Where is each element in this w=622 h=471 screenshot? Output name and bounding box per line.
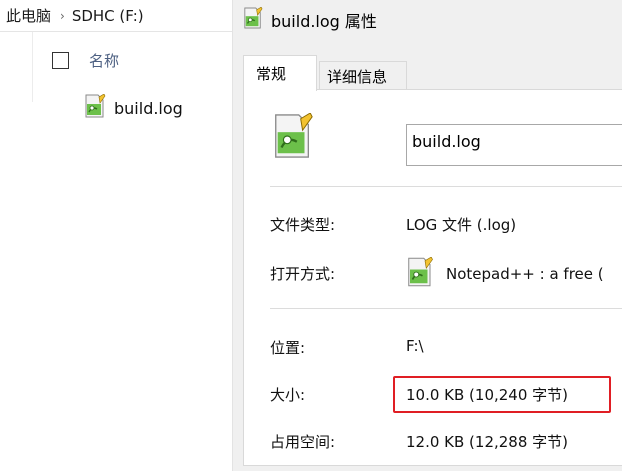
size-on-disk-label: 占用空间: <box>270 433 336 451</box>
file-name-field[interactable] <box>406 124 622 166</box>
chevron-right-icon[interactable]: › <box>60 9 65 23</box>
tab-details[interactable]: 详细信息 <box>319 61 407 91</box>
location-label: 位置: <box>270 339 306 357</box>
breadcrumb-drive[interactable]: SDHC (F:) <box>72 7 144 25</box>
opens-with-value: Notepad++ : a free ( <box>406 256 604 291</box>
tab-general[interactable]: 常规 <box>243 55 317 91</box>
select-all-checkbox[interactable] <box>52 52 69 69</box>
file-list: 名称 build.log <box>0 32 232 471</box>
file-type-label: 文件类型: <box>270 216 336 234</box>
dialog-title: build.log 属性 <box>271 12 377 31</box>
location-value: F:\ <box>406 337 424 355</box>
divider <box>32 32 33 102</box>
notepadpp-file-icon <box>84 93 106 122</box>
column-header-label[interactable]: 名称 <box>89 50 119 71</box>
dialog-title-bar: build.log 属性 <box>243 6 377 33</box>
size-label: 大小: <box>270 386 306 404</box>
divider <box>270 186 622 187</box>
tab-bar: 常规 详细信息 <box>243 55 407 91</box>
notepadpp-file-icon <box>243 6 263 33</box>
opens-with-app-name: Notepad++ : a free ( <box>446 265 604 283</box>
divider <box>270 308 622 309</box>
notepadpp-file-icon <box>271 112 315 163</box>
file-type-value: LOG 文件 (.log) <box>406 216 517 234</box>
size-highlight-box <box>393 376 611 413</box>
notepadpp-app-icon <box>406 256 434 291</box>
file-name[interactable]: build.log <box>114 99 183 118</box>
general-tab-panel: 文件类型: LOG 文件 (.log) 打开方式: Notepad++ : a … <box>243 89 622 466</box>
breadcrumb-this-pc[interactable]: 此电脑 <box>0 5 51 26</box>
column-header-name[interactable]: 名称 <box>52 50 119 71</box>
properties-dialog: build.log 属性 常规 详细信息 文件类型: LOG 文件 (.log)… <box>233 0 622 471</box>
breadcrumb: 此电脑 › SDHC (F:) <box>0 0 232 32</box>
size-on-disk-value: 12.0 KB (12,288 字节) <box>406 433 569 451</box>
list-item[interactable]: build.log <box>84 93 183 122</box>
opens-with-label: 打开方式: <box>270 265 336 283</box>
